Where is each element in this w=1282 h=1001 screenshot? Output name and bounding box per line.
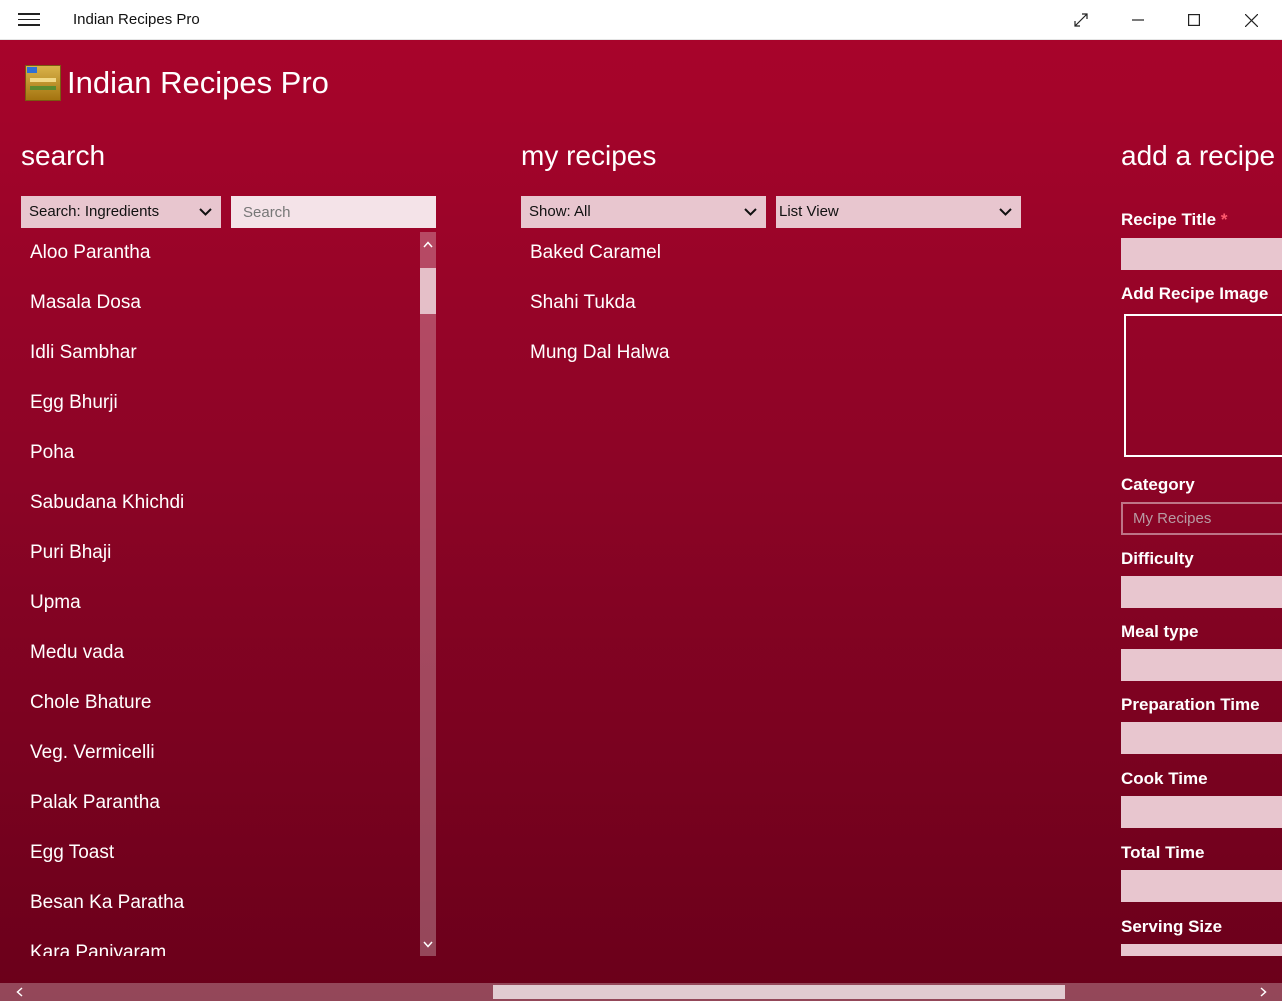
minimize-button[interactable] bbox=[1115, 0, 1161, 40]
scroll-right-arrow-icon[interactable] bbox=[1252, 983, 1274, 1001]
recipe-list-item[interactable]: Upma bbox=[21, 592, 184, 642]
serving-size-label: Serving Size bbox=[1121, 917, 1223, 936]
cook-time-input[interactable] bbox=[1121, 796, 1282, 828]
recipe-list-item[interactable]: Masala Dosa bbox=[21, 292, 184, 342]
meal-type-label: Meal type bbox=[1121, 622, 1199, 641]
difficulty-input[interactable] bbox=[1121, 576, 1282, 608]
hamburger-menu-icon[interactable] bbox=[18, 10, 40, 30]
chevron-down-icon bbox=[744, 208, 757, 216]
total-time-input[interactable] bbox=[1121, 870, 1282, 902]
maximize-button[interactable] bbox=[1171, 0, 1217, 40]
chevron-down-icon bbox=[999, 208, 1012, 216]
view-mode-value: List View bbox=[779, 203, 839, 220]
preparation-time-label: Preparation Time bbox=[1121, 695, 1260, 714]
recipe-list-item[interactable]: Shahi Tukda bbox=[521, 292, 669, 342]
scroll-down-arrow-icon[interactable] bbox=[420, 934, 436, 954]
close-icon bbox=[1244, 13, 1258, 27]
app-header-title: Indian Recipes Pro bbox=[67, 65, 329, 100]
recipe-title-label: Recipe Title * bbox=[1121, 210, 1228, 229]
category-label: Category bbox=[1121, 475, 1195, 494]
search-filter-dropdown[interactable]: Search: Ingredients bbox=[21, 196, 221, 228]
category-select[interactable]: My Recipes bbox=[1121, 502, 1282, 535]
recipe-list-item[interactable]: Poha bbox=[21, 442, 184, 492]
window-title: Indian Recipes Pro bbox=[73, 11, 200, 28]
app-logo-icon bbox=[25, 65, 61, 101]
recipe-list-item[interactable]: Sabudana Khichdi bbox=[21, 492, 184, 542]
search-filter-value: Search: Ingredients bbox=[29, 203, 160, 220]
difficulty-label: Difficulty bbox=[1121, 549, 1194, 568]
my-recipes-heading: my recipes bbox=[521, 140, 657, 171]
recipe-list-item[interactable]: Mung Dal Halwa bbox=[521, 342, 669, 392]
category-placeholder: My Recipes bbox=[1133, 510, 1212, 527]
recipe-list-item[interactable]: Besan Ka Paratha bbox=[21, 892, 184, 942]
fullscreen-button[interactable] bbox=[1058, 0, 1104, 40]
recipe-list-item[interactable]: Chole Bhature bbox=[21, 692, 184, 742]
horizontal-scrollbar-thumb[interactable] bbox=[493, 985, 1065, 999]
total-time-label: Total Time bbox=[1121, 843, 1205, 862]
cook-time-label: Cook Time bbox=[1121, 769, 1208, 788]
title-bar: Indian Recipes Pro bbox=[0, 0, 1282, 40]
recipe-list-item[interactable]: Palak Parantha bbox=[21, 792, 184, 842]
recipe-title-input[interactable] bbox=[1121, 238, 1282, 270]
app-content: Indian Recipes Pro search Search: Ingred… bbox=[0, 40, 1282, 1001]
search-results-list: Aloo Parantha Masala Dosa Idli Sambhar Egg … bbox=[21, 232, 416, 956]
recipe-list-item[interactable]: Egg Bhurji bbox=[21, 392, 184, 442]
recipe-list-item[interactable]: Aloo Parantha bbox=[21, 242, 184, 292]
show-filter-value: Show: All bbox=[529, 203, 591, 220]
scroll-left-arrow-icon[interactable] bbox=[8, 983, 30, 1001]
add-recipe-image-label: Add Recipe Image bbox=[1121, 284, 1269, 303]
search-input[interactable] bbox=[231, 196, 436, 228]
fullscreen-icon bbox=[1074, 13, 1088, 27]
recipe-image-dropzone[interactable] bbox=[1124, 314, 1282, 457]
required-asterisk: * bbox=[1220, 210, 1228, 229]
maximize-icon bbox=[1188, 14, 1200, 26]
preparation-time-input[interactable] bbox=[1121, 722, 1282, 754]
search-scrollbar-thumb[interactable] bbox=[420, 268, 436, 314]
search-heading: search bbox=[21, 140, 106, 171]
recipe-list-item[interactable]: Puri Bhaji bbox=[21, 542, 184, 592]
serving-size-input[interactable] bbox=[1121, 944, 1282, 956]
recipe-list-item[interactable]: Egg Toast bbox=[21, 842, 184, 892]
recipe-list-item[interactable]: Baked Caramel bbox=[521, 242, 669, 292]
minimize-icon bbox=[1132, 19, 1144, 21]
recipe-list-item[interactable]: Veg. Vermicelli bbox=[21, 742, 184, 792]
add-recipe-heading: add a recipe bbox=[1121, 140, 1276, 171]
recipe-list-item[interactable]: Medu vada bbox=[21, 642, 184, 692]
my-recipes-list: Baked Caramel Shahi Tukda Mung Dal Halwa bbox=[521, 242, 669, 392]
view-mode-dropdown[interactable]: List View bbox=[776, 196, 1021, 228]
chevron-down-icon bbox=[199, 208, 212, 216]
show-filter-dropdown[interactable]: Show: All bbox=[521, 196, 766, 228]
horizontal-scrollbar[interactable] bbox=[0, 983, 1282, 1001]
close-button[interactable] bbox=[1228, 0, 1274, 40]
recipe-list-item[interactable]: Kara Paniyaram bbox=[21, 942, 184, 956]
scroll-up-arrow-icon[interactable] bbox=[420, 234, 436, 254]
app-header: Indian Recipes Pro bbox=[25, 65, 329, 101]
meal-type-input[interactable] bbox=[1121, 649, 1282, 681]
search-list-scrollbar[interactable] bbox=[420, 232, 436, 956]
recipe-list-item[interactable]: Idli Sambhar bbox=[21, 342, 184, 392]
